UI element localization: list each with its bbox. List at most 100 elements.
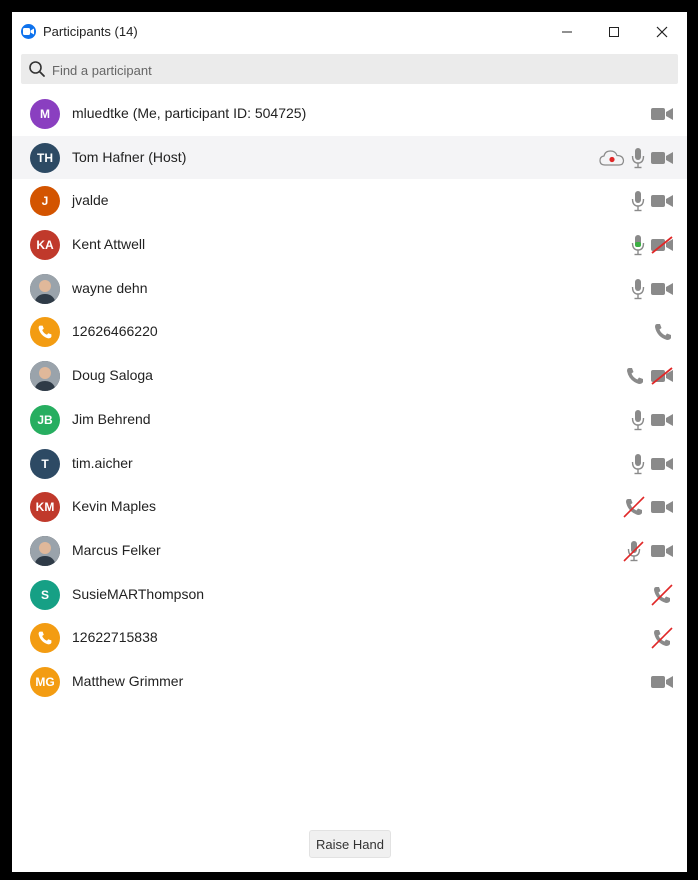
maximize-button[interactable] bbox=[597, 18, 631, 46]
participant-name: jvalde bbox=[72, 192, 109, 209]
participant-row[interactable]: Mmluedtke (Me, participant ID: 504725) bbox=[12, 92, 687, 136]
minimize-icon bbox=[562, 31, 572, 33]
search-input[interactable] bbox=[50, 59, 654, 81]
avatar: KA bbox=[30, 230, 60, 261]
minimize-button[interactable] bbox=[550, 18, 584, 46]
participant-status-icons bbox=[631, 409, 673, 431]
participant-status-icons bbox=[651, 583, 673, 606]
video-icon bbox=[651, 500, 673, 514]
phone-muted-icon bbox=[651, 627, 673, 649]
mic-muted-icon bbox=[623, 540, 645, 562]
participant-status-icons bbox=[631, 453, 673, 475]
avatar: JB bbox=[30, 404, 60, 435]
participant-row[interactable]: Ttim.aicher bbox=[12, 442, 687, 486]
close-button[interactable] bbox=[645, 18, 679, 46]
participant-name: SusieMARThompson bbox=[72, 585, 205, 602]
participant-name: Marcus Felker bbox=[72, 541, 161, 558]
video-icon bbox=[651, 413, 673, 427]
avatar-initials: MG bbox=[35, 674, 55, 689]
avatar-initials: JB bbox=[37, 412, 53, 427]
video-icon bbox=[651, 107, 673, 121]
phone-avatar-icon bbox=[30, 623, 60, 654]
avatar: TH bbox=[30, 142, 60, 173]
phone-avatar-icon bbox=[30, 317, 60, 348]
title-bar: Participants (14) bbox=[12, 12, 687, 52]
participant-status-icons bbox=[651, 103, 673, 125]
participant-status-icons bbox=[625, 365, 673, 387]
video-icon bbox=[651, 544, 673, 558]
participant-row[interactable]: 12622715838 bbox=[12, 616, 687, 660]
participant-row[interactable]: Jjvalde bbox=[12, 179, 687, 223]
avatar-initials: M bbox=[40, 107, 50, 121]
participant-row[interactable]: Doug Saloga bbox=[12, 354, 687, 398]
window-title: Participants (14) bbox=[43, 24, 138, 39]
participant-row[interactable]: MG Matthew Grimmer bbox=[12, 660, 687, 704]
avatar: S bbox=[30, 579, 60, 610]
avatar: KM bbox=[30, 492, 60, 523]
participant-list: Mmluedtke (Me, participant ID: 504725) TH… bbox=[12, 92, 687, 704]
phone-muted-icon bbox=[651, 583, 673, 606]
search-icon bbox=[29, 61, 45, 77]
participant-row[interactable]: JB Jim Behrend bbox=[12, 398, 687, 442]
avatar-initials: TH bbox=[37, 150, 53, 165]
participant-status-icons bbox=[623, 540, 673, 562]
participant-row[interactable]: KM Kevin Maples bbox=[12, 485, 687, 529]
participant-name: 12622715838 bbox=[72, 629, 158, 646]
participant-status-icons bbox=[631, 234, 673, 256]
mic-icon bbox=[631, 409, 645, 431]
mic-icon bbox=[631, 190, 645, 212]
participant-row[interactable]: 12626466220 bbox=[12, 310, 687, 354]
mic-icon bbox=[631, 278, 645, 300]
avatar-initials: KA bbox=[36, 238, 54, 253]
close-icon bbox=[656, 26, 668, 38]
video-off-icon bbox=[651, 367, 673, 385]
phone-icon bbox=[625, 366, 645, 386]
phone-muted-icon bbox=[623, 496, 645, 518]
video-icon bbox=[651, 675, 673, 689]
participant-row[interactable]: TH Tom Hafner (Host) bbox=[12, 135, 687, 180]
cloud-record-icon bbox=[599, 149, 625, 167]
participant-name: mluedtke (Me, participant ID: 504725) bbox=[72, 105, 307, 121]
avatar-initials: KM bbox=[35, 500, 55, 515]
participant-name: Kent Attwell bbox=[72, 236, 146, 253]
mic-icon bbox=[631, 453, 645, 475]
phone-icon bbox=[653, 322, 673, 342]
video-icon bbox=[651, 194, 673, 208]
participant-name: Kevin Maples bbox=[72, 498, 157, 515]
participant-status-icons bbox=[631, 190, 673, 212]
participant-name: tim.aicher bbox=[72, 454, 133, 471]
avatar: M bbox=[30, 99, 60, 129]
participant-name: Tom Hafner (Host) bbox=[72, 148, 187, 165]
participant-status-icons bbox=[653, 321, 673, 343]
mic-icon bbox=[631, 147, 645, 169]
search-box[interactable] bbox=[21, 54, 678, 84]
mic-active-icon bbox=[631, 234, 645, 256]
participant-row[interactable]: S SusieMARThompson bbox=[12, 573, 687, 617]
participants-window: Participants (14) Mmluedtke (Me, partici… bbox=[12, 12, 687, 872]
participant-status-icons bbox=[599, 147, 673, 169]
participant-row[interactable]: Marcus Felker bbox=[12, 529, 687, 573]
video-icon bbox=[651, 151, 673, 165]
participant-name: Doug Saloga bbox=[72, 367, 153, 384]
avatar-initials: T bbox=[41, 456, 49, 471]
participant-row[interactable]: KA Kent Attwell bbox=[12, 223, 687, 267]
avatar: MG bbox=[30, 666, 60, 697]
raise-hand-button[interactable]: Raise Hand bbox=[309, 830, 391, 858]
avatar-initials: J bbox=[41, 194, 49, 209]
maximize-icon bbox=[609, 27, 619, 37]
photo-avatar-icon bbox=[30, 361, 60, 392]
participant-name: Matthew Grimmer bbox=[72, 672, 184, 689]
avatar: J bbox=[30, 186, 60, 217]
photo-avatar-icon bbox=[30, 273, 60, 304]
participant-status-icons bbox=[651, 671, 673, 693]
avatar-initials: S bbox=[40, 587, 49, 602]
video-icon bbox=[651, 282, 673, 296]
video-icon bbox=[651, 457, 673, 471]
participant-row[interactable]: wayne dehn bbox=[12, 267, 687, 311]
participant-name: wayne dehn bbox=[72, 279, 148, 296]
participant-name: Jim Behrend bbox=[72, 410, 151, 427]
video-off-icon bbox=[651, 236, 673, 254]
photo-avatar-icon bbox=[30, 535, 60, 566]
participant-status-icons bbox=[651, 627, 673, 649]
zoom-logo-icon bbox=[21, 24, 36, 39]
